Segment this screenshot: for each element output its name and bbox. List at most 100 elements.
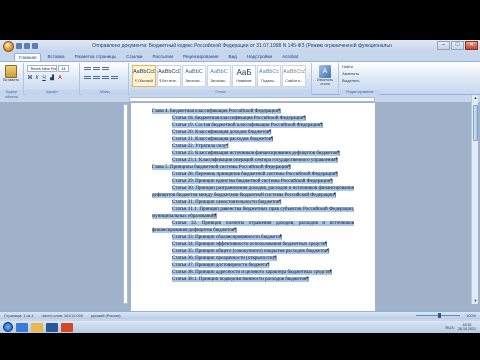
document-line-article: Статья 38. Принцип адресности и целевого… <box>152 269 354 276</box>
selected-text: Статья 23. Классификация источников фина… <box>172 151 340 156</box>
undo-icon[interactable] <box>24 43 30 49</box>
word-count[interactable]: Число слов: 161/13 000 <box>42 314 83 318</box>
numbering-icon[interactable] <box>93 66 100 72</box>
align-left-icon[interactable] <box>84 75 91 81</box>
clock[interactable]: 18:52 26.10.2021 <box>458 323 476 331</box>
style-subtle-emphasis[interactable]: AaBbCcDc Слабое в... <box>282 65 306 87</box>
document-line-article: Статья 23. Классификация источников фина… <box>152 150 354 157</box>
font-group: Times New Roman 14 Ж К Ч ▟ A Шрифт <box>25 63 80 95</box>
style-title[interactable]: АаБ Название <box>232 65 256 87</box>
document-line-article: Статья 37. Принцип достоверности бюджета… <box>152 262 354 269</box>
font-name-select[interactable]: Times New Roman <box>27 65 57 72</box>
minimize-button[interactable]: – <box>437 41 450 50</box>
vertical-ruler[interactable] <box>123 104 128 304</box>
find-button[interactable]: Найти <box>342 65 353 69</box>
change-styles-button[interactable]: A Изменить стили <box>315 65 335 87</box>
selected-text: Статья 38. Принцип адресности и целевого… <box>172 270 333 275</box>
multilevel-list-icon[interactable] <box>102 66 109 72</box>
align-center-icon[interactable] <box>93 75 100 81</box>
document-workspace: Глава 4. Бюджетная классификация Российс… <box>0 102 480 313</box>
close-button[interactable]: ✕ <box>465 41 478 50</box>
selected-text: Статья 23.1. Классификация операций сект… <box>172 158 338 163</box>
style-name: Название <box>236 79 252 83</box>
tab-mailings[interactable]: Рассылки <box>148 53 177 61</box>
change-styles-icon: A <box>319 65 331 78</box>
selected-text: Статья 28. Перечень принципов бюджетной … <box>172 172 338 177</box>
style-heading-1[interactable]: AaBbC Заголово... <box>182 65 206 87</box>
tab-addins[interactable]: Надстройки <box>243 53 276 61</box>
browser-icon[interactable] <box>16 322 28 332</box>
style-preview: AaBbCcDc <box>283 69 305 75</box>
scrollbar-thumb[interactable] <box>473 105 478 141</box>
bold-button[interactable]: Ж <box>27 75 33 81</box>
styles-group-label: Стили <box>130 90 311 95</box>
document-page[interactable]: Глава 4. Бюджетная классификация Российс… <box>131 103 375 313</box>
style-normal[interactable]: AaBbCcDc ¶ Обычный <box>132 65 156 87</box>
word-icon[interactable] <box>46 322 58 332</box>
change-styles-group: A Изменить стили <box>313 63 339 95</box>
input-language[interactable]: RUS <box>446 325 454 330</box>
document-line-article: Статья 21. Классификация расходов бюджет… <box>152 136 354 143</box>
change-styles-label: Изменить стили <box>316 78 334 86</box>
save-icon[interactable] <box>16 43 22 49</box>
style-preview: AaBbCc <box>258 69 280 75</box>
underline-button[interactable]: Ч <box>41 75 47 81</box>
replace-button[interactable]: Заменить <box>342 72 359 76</box>
style-name: ¶ Обычный <box>135 79 153 83</box>
paste-button[interactable]: Вставить <box>3 65 19 85</box>
font-size-select[interactable]: 14 <box>58 65 69 72</box>
tab-home[interactable]: Главная <box>14 53 42 61</box>
language-indicator[interactable]: русский (Россия) <box>91 314 121 318</box>
tab-references[interactable]: Ссылки <box>122 53 146 61</box>
document-line-article: Статья 35. Принцип общего (совокупного) … <box>152 248 354 255</box>
folder-icon[interactable] <box>31 322 43 332</box>
zoom-slider[interactable] <box>416 313 460 318</box>
italic-button[interactable]: К <box>34 75 40 81</box>
highlight-icon[interactable]: ▟ <box>49 75 55 81</box>
office-button[interactable] <box>3 40 14 52</box>
scroll-down-icon[interactable]: ▼ <box>472 298 479 304</box>
vertical-scrollbar[interactable]: ▲ ▼ <box>471 95 478 304</box>
tab-page-layout[interactable]: Разметка страницы <box>71 53 121 61</box>
document-line-article: Статья 20. Классификация доходов бюджето… <box>152 129 354 136</box>
tab-insert[interactable]: Вставка <box>43 53 68 61</box>
select-button[interactable]: Выделить <box>342 79 360 83</box>
document-line-chapter: Глава 4. Бюджетная классификация Российс… <box>152 108 354 115</box>
style-preview: АаБ <box>236 68 252 77</box>
word-window: Отправлено документа: Бюджетный кодекс Р… <box>0 40 480 321</box>
document-paragraph: Статья 32. Принцип полноты отражения дох… <box>152 220 354 234</box>
editing-group-label: Редактирование <box>340 90 380 95</box>
tab-view[interactable]: Вид <box>225 53 241 61</box>
maximize-button[interactable]: □ <box>451 41 464 50</box>
selected-text: Статья 20. Классификация доходов бюджето… <box>172 130 272 135</box>
redo-icon[interactable] <box>32 43 38 49</box>
horizontal-ruler[interactable] <box>129 97 375 102</box>
style-preview: AaBbCcDc <box>158 69 180 75</box>
scroll-up-icon[interactable]: ▲ <box>472 95 479 101</box>
style-subtitle[interactable]: AaBbCc Подзаго... <box>257 65 281 87</box>
clock-date: 26.10.2021 <box>458 327 476 331</box>
paragraph-group-label: Абзац <box>81 90 128 95</box>
selected-text: Статья 31. Принцип самостоятельности бюд… <box>172 200 282 205</box>
page-count[interactable]: Страница: 1 из 1 <box>4 314 34 318</box>
selected-text: Статья 32. Принцип полноты отражения дох… <box>152 221 354 233</box>
clipboard-icon <box>5 65 17 78</box>
start-button[interactable] <box>3 322 13 332</box>
paragraph-group: Абзац <box>81 63 129 95</box>
powerpoint-icon[interactable] <box>61 322 73 332</box>
font-color-icon[interactable]: A <box>57 75 63 81</box>
document-line-article: Статья 31. Принцип самостоятельности бюд… <box>152 199 354 206</box>
zoom-level[interactable]: 100% <box>466 314 476 318</box>
tab-acrobat[interactable]: Acrobat <box>278 53 302 61</box>
document-body[interactable]: Глава 4. Бюджетная классификация Российс… <box>152 108 354 283</box>
document-line-article: Статья 23.1. Классификация операций сект… <box>152 157 354 164</box>
selected-text: Статья 36. Принцип прозрачности (открыто… <box>172 256 277 261</box>
style-no-spacing[interactable]: AaBbCcDc ¶ Без инте... <box>157 65 181 87</box>
system-tray: RUS 18:52 26.10.2021 <box>446 321 476 333</box>
bullets-icon[interactable] <box>84 66 91 72</box>
justify-icon[interactable] <box>111 75 118 81</box>
style-heading-2[interactable]: AaBbC Заголово... <box>207 65 231 87</box>
zoom-slider-thumb[interactable] <box>438 313 441 318</box>
align-right-icon[interactable] <box>102 75 109 81</box>
tab-review[interactable]: Рецензирование <box>179 53 222 61</box>
